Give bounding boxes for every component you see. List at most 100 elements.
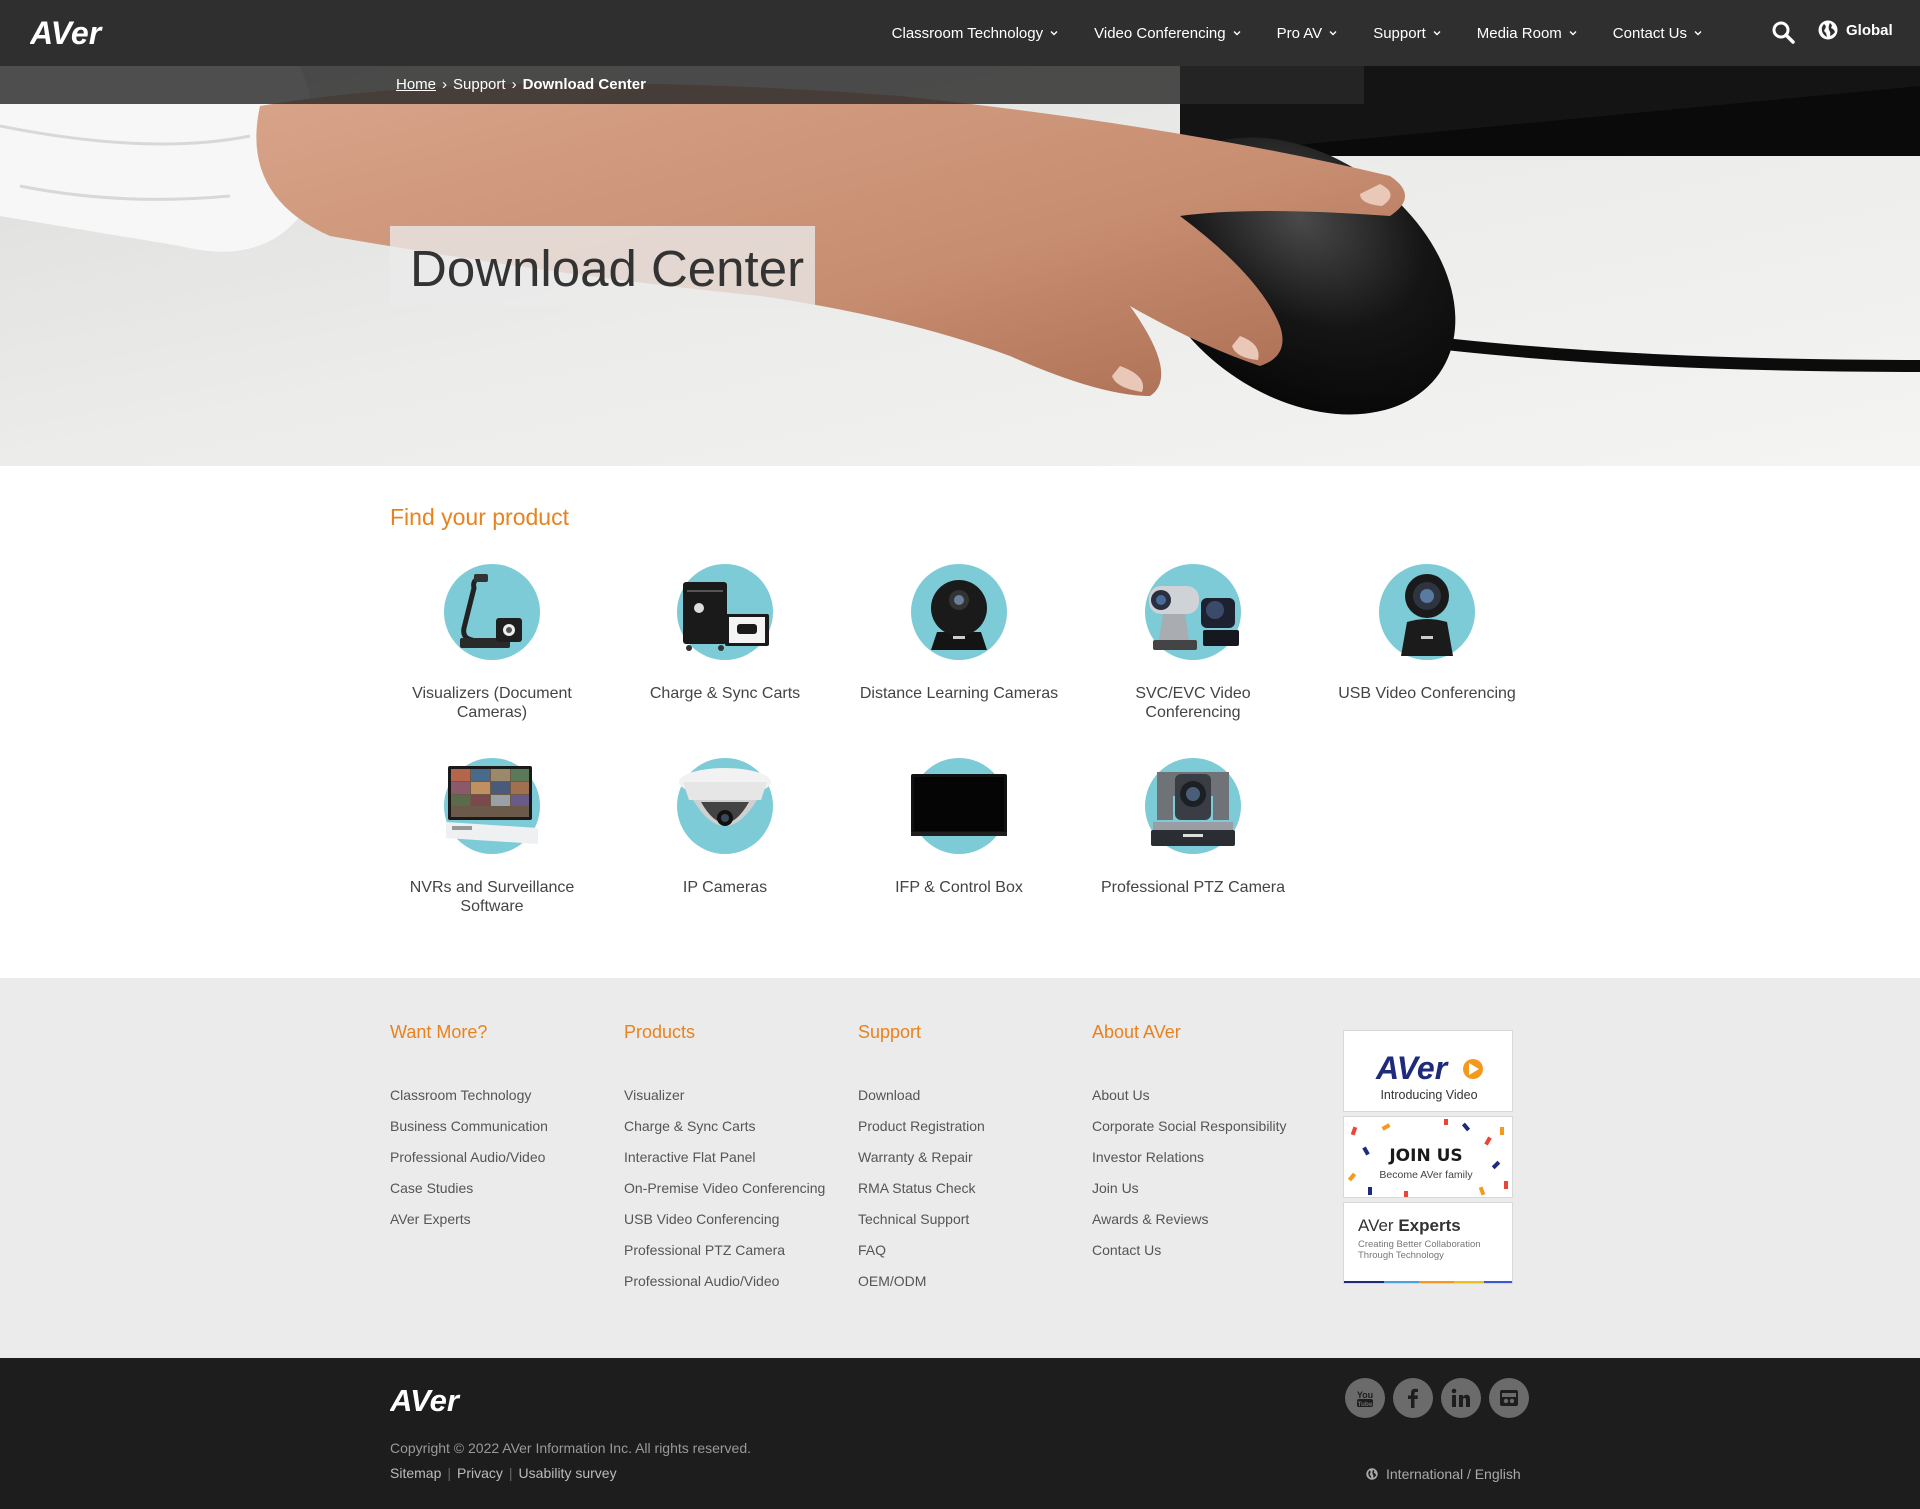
- nav-label: Contact Us: [1612, 24, 1687, 42]
- footer-link[interactable]: Corporate Social Responsibility: [1092, 1118, 1287, 1134]
- footer-link[interactable]: Contact Us: [1092, 1242, 1287, 1258]
- breadcrumb: Home › Support › Download Center: [396, 76, 646, 93]
- facebook-icon[interactable]: [1393, 1378, 1433, 1418]
- footer-link[interactable]: Technical Support: [858, 1211, 985, 1227]
- product-charge-sync-carts[interactable]: Charge & Sync Carts: [625, 562, 825, 703]
- search-icon[interactable]: [1771, 20, 1795, 44]
- footer-link[interactable]: About Us: [1092, 1087, 1287, 1103]
- footer-link[interactable]: On-Premise Video Conferencing: [624, 1180, 825, 1196]
- aver-experts-banner[interactable]: AVer Experts Creating Better Collaborati…: [1343, 1202, 1513, 1284]
- footer-column-about-aver: About AVer About Us Corporate Social Res…: [1092, 1022, 1287, 1273]
- footer-link[interactable]: Visualizer: [624, 1087, 825, 1103]
- footer-link[interactable]: Investor Relations: [1092, 1149, 1287, 1165]
- footer-link[interactable]: Business Communication: [390, 1118, 548, 1134]
- footer-link[interactable]: Product Registration: [858, 1118, 985, 1134]
- nav-pro-av[interactable]: Pro AV: [1277, 25, 1338, 42]
- language-label: International / English: [1386, 1466, 1521, 1482]
- introducing-video-banner[interactable]: AVer Introducing Video: [1343, 1030, 1513, 1112]
- product-usb-video-conferencing[interactable]: USB Video Conferencing: [1327, 562, 1527, 703]
- global-label: Global: [1846, 21, 1893, 39]
- nav-video-conferencing[interactable]: Video Conferencing: [1094, 24, 1241, 42]
- flat-panel-icon: [911, 758, 1007, 854]
- link-separator: |: [508, 1465, 513, 1481]
- flickr-icon[interactable]: [1489, 1378, 1529, 1418]
- conference-camera-icon: [1145, 564, 1241, 660]
- footer-heading: About AVer: [1092, 1022, 1181, 1042]
- privacy-link[interactable]: Privacy: [457, 1465, 503, 1481]
- breadcrumb-support[interactable]: Support: [453, 76, 506, 93]
- nav-support[interactable]: Support: [1373, 25, 1441, 42]
- breadcrumb-current: Download Center: [522, 76, 646, 93]
- sitemap-link[interactable]: Sitemap: [390, 1465, 441, 1481]
- language-selector[interactable]: International / English: [1366, 1466, 1521, 1482]
- youtube-icon[interactable]: You Tube: [1345, 1378, 1385, 1418]
- chevron-down-icon: [1694, 31, 1702, 36]
- product-ip-cameras[interactable]: IP Cameras: [625, 756, 825, 897]
- top-navigation: AVer Classroom Technology Video Conferen…: [0, 0, 1920, 66]
- chevron-down-icon: [1050, 31, 1058, 36]
- aver-experts-graphic: AVer Experts Creating Better Collaborati…: [1344, 1216, 1512, 1283]
- footer-link[interactable]: Awards & Reviews: [1092, 1211, 1287, 1227]
- footer-link[interactable]: Classroom Technology: [390, 1087, 548, 1103]
- footer-link[interactable]: Interactive Flat Panel: [624, 1149, 825, 1165]
- footer-link[interactable]: Download: [858, 1087, 985, 1103]
- footer-link[interactable]: Charge & Sync Carts: [624, 1118, 825, 1134]
- product-label: Charge & Sync Carts: [649, 685, 801, 702]
- product-label: Distance Learning Cameras: [859, 685, 1059, 702]
- product-distance-learning-cameras[interactable]: Distance Learning Cameras: [859, 562, 1059, 703]
- nav-label: Video Conferencing: [1094, 24, 1226, 42]
- product-nvrs-surveillance[interactable]: NVRs and Surveillance Software: [392, 756, 592, 916]
- footer-link[interactable]: Professional PTZ Camera: [624, 1242, 825, 1258]
- footer-link[interactable]: Warranty & Repair: [858, 1149, 985, 1165]
- svg-text:AVer: AVer: [30, 15, 103, 50]
- aver-logo[interactable]: AVer: [30, 14, 116, 50]
- product-professional-ptz-camera[interactable]: Professional PTZ Camera: [1093, 756, 1293, 897]
- dome-camera-icon: [677, 758, 773, 854]
- globe-icon: [1818, 20, 1838, 40]
- chevron-down-icon: [1433, 31, 1441, 36]
- aver-footer-logo[interactable]: AVer: [390, 1382, 476, 1416]
- footer-link[interactable]: FAQ: [858, 1242, 985, 1258]
- footer-link[interactable]: AVer Experts: [390, 1211, 548, 1227]
- hero-image-hand-on-mouse: [0, 66, 1920, 466]
- footer-link[interactable]: Professional Audio/Video: [390, 1149, 548, 1165]
- footer-link[interactable]: USB Video Conferencing: [624, 1211, 825, 1227]
- webcam-icon: [911, 564, 1007, 660]
- nav-classroom-technology[interactable]: Classroom Technology: [892, 25, 1058, 42]
- product-label: NVRs and Surveillance Software: [409, 879, 575, 915]
- footer-links-section: Want More? Classroom Technology Business…: [0, 978, 1920, 1358]
- document-camera-icon: [444, 564, 540, 660]
- find-product-heading: Find your product: [390, 504, 569, 530]
- footer-link[interactable]: Join Us: [1092, 1180, 1287, 1196]
- linkedin-icon[interactable]: [1441, 1378, 1481, 1418]
- banner-caption: Through Technology: [1358, 1250, 1444, 1261]
- nav-media-room[interactable]: Media Room: [1477, 25, 1577, 42]
- nav-label: Support: [1373, 24, 1426, 42]
- nav-contact-us[interactable]: Contact Us: [1613, 25, 1702, 42]
- svg-text:AVer Experts: AVer Experts: [1358, 1216, 1461, 1235]
- global-region-selector[interactable]: Global: [1818, 20, 1893, 40]
- usability-survey-link[interactable]: Usability survey: [519, 1465, 617, 1481]
- join-us-banner[interactable]: JOIN US Become AVer family: [1343, 1116, 1513, 1198]
- footer-link[interactable]: OEM/ODM: [858, 1273, 985, 1289]
- product-label: IP Cameras: [682, 879, 768, 896]
- product-label: Professional PTZ Camera: [1100, 879, 1286, 896]
- product-svc-evc-video-conferencing[interactable]: SVC/EVC Video Conferencing: [1093, 562, 1293, 722]
- charging-cart-icon: [677, 564, 773, 660]
- footer-link[interactable]: Case Studies: [390, 1180, 548, 1196]
- breadcrumb-bar: Home › Support › Download Center: [0, 66, 1364, 104]
- copyright-text: Copyright © 2022 AVer Information Inc. A…: [390, 1440, 752, 1456]
- ptz-camera-icon: [1145, 758, 1241, 854]
- footer-column-support: Support Download Product Registration Wa…: [858, 1022, 985, 1304]
- breadcrumb-home-link[interactable]: Home: [396, 76, 436, 93]
- product-label: USB Video Conferencing: [1338, 685, 1516, 702]
- product-ifp-control-box[interactable]: IFP & Control Box: [859, 756, 1059, 897]
- globe-icon: [1366, 1468, 1378, 1480]
- chevron-down-icon: [1569, 31, 1577, 36]
- chevron-down-icon: [1329, 31, 1337, 36]
- banner-brand: AVer: [1375, 1050, 1449, 1086]
- footer-link[interactable]: Professional Audio/Video: [624, 1273, 825, 1289]
- footer-link[interactable]: RMA Status Check: [858, 1180, 985, 1196]
- nvr-icon: [444, 758, 540, 854]
- product-visualizers[interactable]: Visualizers (Document Cameras): [392, 562, 592, 722]
